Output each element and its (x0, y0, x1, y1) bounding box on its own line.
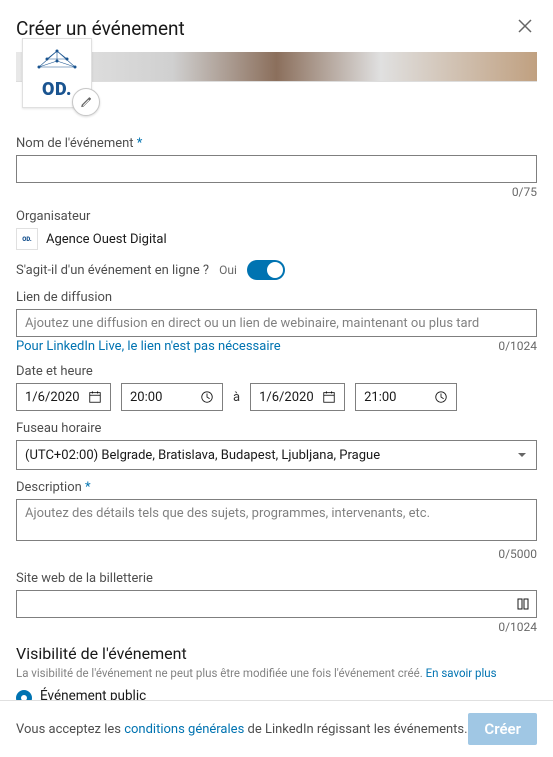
footer-terms: Vous acceptez les conditions générales d… (16, 722, 468, 737)
logo-text: OD. (42, 79, 72, 100)
description-label: Description (16, 480, 537, 495)
link-icon (517, 598, 529, 610)
datetime-label: Date et heure (16, 364, 537, 379)
close-icon (517, 18, 533, 34)
online-toggle[interactable] (247, 260, 285, 280)
visibility-public-label: Événement public (40, 688, 537, 700)
broadcast-counter: 0/1024 (498, 339, 537, 353)
ticketing-field: Site web de la billetterie 0/1024 (16, 571, 537, 634)
modal-title: Créer un événement (16, 17, 185, 40)
description-input[interactable] (16, 499, 537, 541)
calendar-icon (322, 390, 336, 404)
description-counter: 0/5000 (16, 547, 537, 561)
online-toggle-row: S'agit-il d'un événement en ligne ? Oui (16, 260, 537, 280)
organizer-label: Organisateur (16, 209, 537, 224)
close-button[interactable] (513, 14, 537, 42)
event-logo-wrap: OD. (22, 38, 92, 108)
ticketing-label: Site web de la billetterie (16, 571, 537, 586)
visibility-title: Visibilité de l'événement (16, 644, 537, 663)
terms-link[interactable]: conditions générales (124, 722, 244, 737)
start-date-input[interactable]: 1/6/2020 (16, 383, 111, 411)
event-name-label: Nom de l'événement (16, 136, 537, 151)
organizer-row: OD. Agence Ouest Digital (16, 228, 537, 250)
event-name-counter: 0/75 (16, 185, 537, 199)
calendar-icon (88, 390, 102, 404)
broadcast-hint[interactable]: Pour LinkedIn Live, le lien n'est pas né… (16, 339, 281, 354)
start-time-input[interactable]: 20:00 (121, 383, 223, 411)
timezone-field: Fuseau horaire (UTC+02:00) Belgrade, Bra… (16, 421, 537, 470)
event-banner: OD. (16, 52, 537, 82)
visibility-public-option[interactable]: Événement public Visible de tout le mond… (16, 688, 537, 700)
ticketing-counter: 0/1024 (16, 620, 537, 634)
ticketing-input[interactable] (16, 590, 537, 618)
organizer-field: Organisateur OD. Agence Ouest Digital (16, 209, 537, 250)
clock-icon (200, 390, 214, 404)
visibility-subtitle: La visibilité de l'événement ne peut plu… (16, 666, 537, 680)
timezone-select[interactable]: (UTC+02:00) Belgrade, Bratislava, Budape… (16, 440, 537, 470)
event-name-field: Nom de l'événement 0/75 (16, 136, 537, 199)
organizer-name: Agence Ouest Digital (46, 232, 167, 247)
chevron-down-icon (516, 449, 528, 461)
description-field: Description 0/5000 (16, 480, 537, 561)
radio-button[interactable] (16, 690, 32, 700)
datetime-field: Date et heure 1/6/2020 20:00 à 1/6/2020 (16, 364, 537, 411)
pencil-icon (79, 95, 93, 109)
end-time-input[interactable]: 21:00 (355, 383, 457, 411)
clock-icon (434, 390, 448, 404)
online-toggle-label: S'agit-il d'un événement en ligne ? (16, 263, 209, 278)
modal-footer: Vous acceptez les conditions générales d… (0, 700, 553, 757)
online-toggle-yes: Oui (219, 263, 237, 277)
start-date-value: 1/6/2020 (25, 390, 88, 405)
broadcast-field: Lien de diffusion Pour LinkedIn Live, le… (16, 290, 537, 354)
start-time-value: 20:00 (130, 390, 200, 405)
create-button[interactable]: Créer (468, 713, 537, 745)
end-date-value: 1/6/2020 (259, 390, 322, 405)
datetime-separator: à (233, 390, 240, 405)
event-name-input[interactable] (16, 155, 537, 183)
network-graphic (35, 47, 79, 77)
timezone-value: (UTC+02:00) Belgrade, Bratislava, Budape… (25, 448, 380, 463)
end-time-value: 21:00 (364, 390, 434, 405)
edit-logo-button[interactable] (72, 88, 100, 116)
end-date-input[interactable]: 1/6/2020 (250, 383, 345, 411)
organizer-logo: OD. (16, 228, 38, 250)
visibility-section: Visibilité de l'événement La visibilité … (16, 644, 537, 700)
broadcast-label: Lien de diffusion (16, 290, 537, 305)
form-body: Nom de l'événement 0/75 Organisateur OD.… (0, 88, 553, 700)
timezone-label: Fuseau horaire (16, 421, 537, 436)
broadcast-input[interactable] (16, 309, 537, 337)
learn-more-link[interactable]: En savoir plus (426, 666, 497, 680)
